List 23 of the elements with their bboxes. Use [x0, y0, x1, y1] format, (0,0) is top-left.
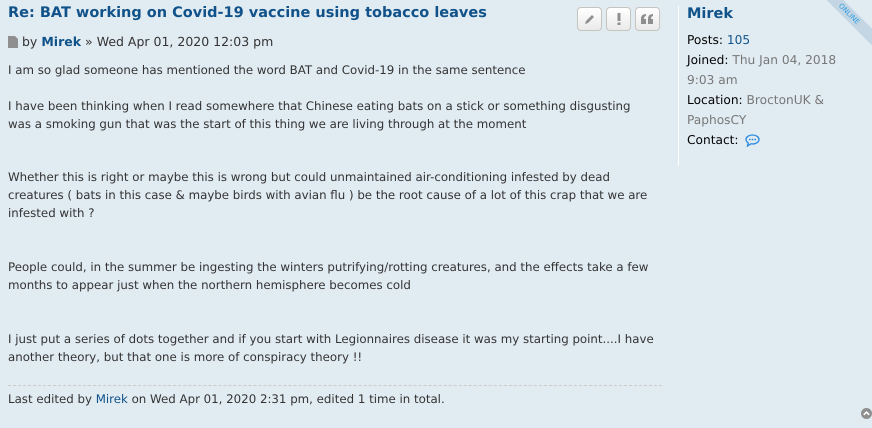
post-date: Wed Apr 01, 2020 12:03 pm: [96, 34, 274, 49]
post-title[interactable]: Re: BAT working on Covid-19 vaccine using tobacco leaves: [8, 5, 487, 21]
posts-link[interactable]: 105: [726, 33, 750, 47]
edit-notice: Last edited by Mirek on Wed Apr 01, 2020 2:31 pm, edited 1 time in total.: [8, 392, 445, 406]
profile-field: Joined: Thu Jan 04, 2018 9:03 am: [687, 50, 837, 90]
profile-field: Location: BroctonUK & PaphosCY: [687, 90, 837, 130]
separator: »: [85, 34, 93, 49]
report-button[interactable]: [606, 7, 631, 31]
quote-button[interactable]: [635, 7, 660, 31]
username-link[interactable]: Mirek: [687, 6, 734, 22]
pencil-icon: [584, 13, 596, 25]
post-icon: [8, 36, 18, 48]
edit-button[interactable]: [577, 7, 602, 31]
quote-icon: [641, 14, 654, 24]
exclamation-icon: [616, 13, 620, 25]
chat-bubble-icon[interactable]: [744, 134, 760, 146]
author-link[interactable]: Mirek: [96, 392, 128, 406]
contact-label: Contact:: [687, 132, 739, 149]
post-body: I am so glad someone has mentioned the word BAT and Covid-19 in the same sentence I have been thinking when I read somewhere that Chinese eating bats on a stick or something disgusting was a smoking gun that was the start of this thing we are living through at the moment Whether this is right or maybe this is wrong but could unmaintained air-conditioning infested by dead creatures ( bats in this case & maybe birds with avian flu ) be the root cause of a lot of this crap that we are infested with ? People could, in the summer be ingesting the winters putrifying/rotting creatures, and the effects take a few months to appear just when the northern hemisphere becomes cold I just put a series of dots together and if you start with Legionnaires disease it was my starting point....I have another theory, but that one is more of conspiracy theory !!: [8, 62, 655, 366]
author-link[interactable]: Mirek: [41, 34, 82, 49]
profile-field: Posts: 105: [687, 30, 837, 50]
scroll-up-icon[interactable]: [861, 408, 872, 419]
by-label: by: [22, 34, 38, 49]
